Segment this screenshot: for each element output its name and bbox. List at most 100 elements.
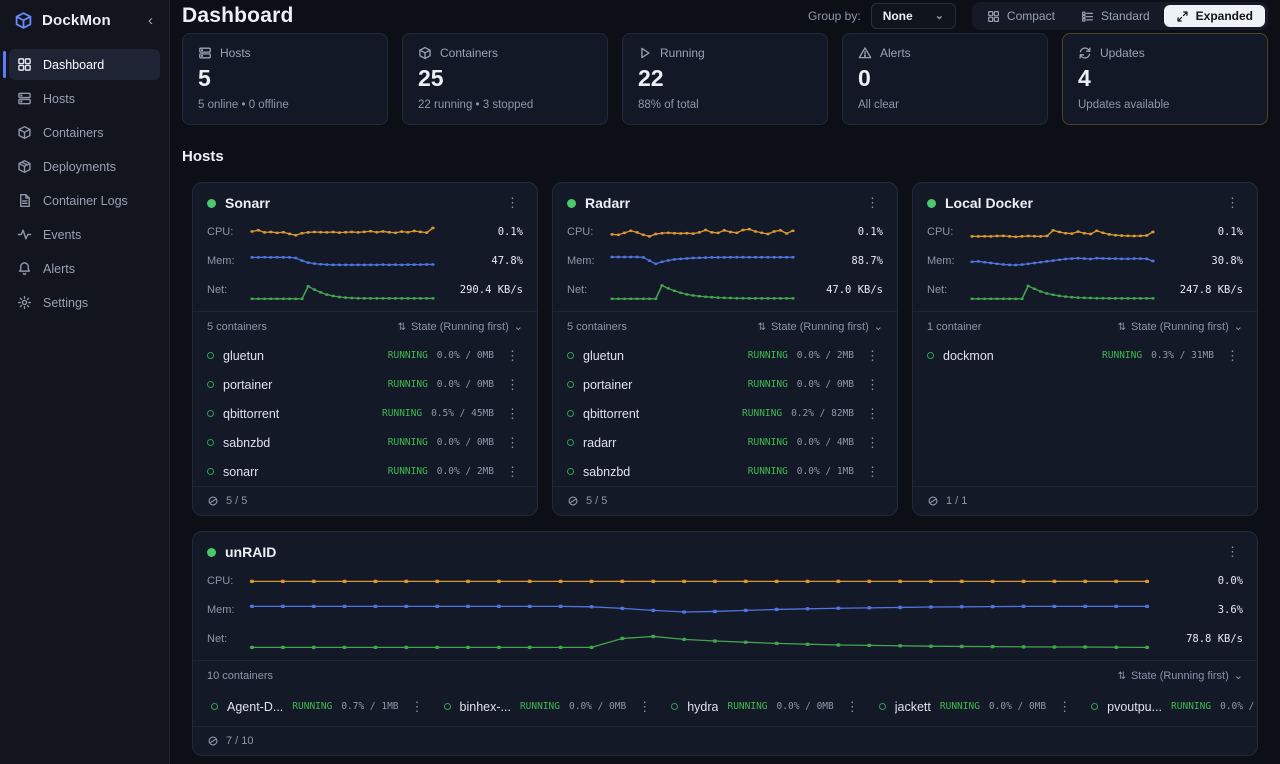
host-menu-button[interactable]: ⋮	[1223, 544, 1243, 560]
sidebar-item-label: Dashboard	[43, 58, 104, 72]
sidebar-nav: Dashboard Hosts Containers Deployments C…	[0, 49, 169, 318]
sidebar-item-label: Alerts	[43, 262, 75, 276]
container-menu-button[interactable]: ⋮	[1223, 348, 1243, 364]
stat-subtext: 22 running • 3 stopped	[418, 99, 592, 111]
host-menu-button[interactable]: ⋮	[1223, 195, 1243, 211]
sidebar-collapse-button[interactable]: ‹	[142, 12, 159, 29]
container-row-binhex[interactable]: binhex-... RUNNING 0.0% / 0MB ⋮	[436, 692, 664, 721]
group-by-select[interactable]: None ⌄	[871, 3, 956, 29]
sidebar-item-alerts[interactable]: Alerts	[9, 253, 160, 284]
sidebar-item-containers[interactable]: Containers	[9, 117, 160, 148]
sparkline-chart	[609, 278, 796, 302]
container-menu-button[interactable]: ⋮	[503, 406, 523, 422]
container-menu-button[interactable]: ⋮	[635, 699, 655, 715]
sidebar-item-container-logs[interactable]: Container Logs	[9, 185, 160, 216]
container-state-badge: RUNNING	[727, 701, 767, 712]
container-row-gluetun[interactable]: gluetun RUNNING 0.0% / 2MB ⋮	[553, 341, 897, 370]
sidebar-item-hosts[interactable]: Hosts	[9, 83, 160, 114]
container-menu-button[interactable]: ⋮	[1055, 699, 1075, 715]
app-root: DockMon ‹ Dashboard Hosts Containers Dep…	[0, 0, 1280, 764]
container-row-pvoutpu[interactable]: pvoutpu... RUNNING 0.0% / 1MB ⋮	[1083, 692, 1258, 721]
host-online-dot	[207, 199, 216, 208]
stat-subtext: Updates available	[1078, 99, 1252, 111]
play-icon	[638, 46, 652, 60]
container-menu-button[interactable]: ⋮	[863, 435, 883, 451]
view-mode-standard-button[interactable]: Standard	[1069, 5, 1162, 27]
container-state-badge: RUNNING	[748, 379, 788, 390]
metric-row-net: Net: 247.8 KB/s	[913, 275, 1257, 304]
host-online-dot	[207, 548, 216, 557]
container-name: hydra	[687, 700, 718, 714]
metric-row-cpu: CPU: 0.0%	[193, 566, 1257, 595]
container-row-sabnzbd[interactable]: sabnzbd RUNNING 0.0% / 0MB ⋮	[193, 428, 537, 457]
stat-card-running: Running 22 88% of total	[622, 33, 828, 125]
container-menu-button[interactable]: ⋮	[503, 435, 523, 451]
chevron-down-icon: ⌄	[1234, 671, 1243, 682]
container-name: Agent-D...	[227, 700, 283, 714]
stat-subtext: 88% of total	[638, 99, 812, 111]
view-mode-label: Compact	[1007, 9, 1055, 23]
view-mode-expanded-button[interactable]: Expanded	[1164, 5, 1265, 27]
host-footer: 5 / 5	[553, 486, 897, 515]
container-row-qbittorrent[interactable]: qbittorrent RUNNING 0.5% / 45MB ⋮	[193, 399, 537, 428]
container-menu-button[interactable]: ⋮	[503, 464, 523, 480]
container-menu-button[interactable]: ⋮	[863, 464, 883, 480]
container-row-sonarr[interactable]: sonarr RUNNING 0.0% / 2MB ⋮	[193, 457, 537, 486]
container-row-qbittorrent[interactable]: qbittorrent RUNNING 0.2% / 82MB ⋮	[553, 399, 897, 428]
container-sort-control[interactable]: ⇅ State (Running first) ⌄	[758, 321, 883, 333]
metric-row-cpu: CPU: 0.1%	[193, 217, 537, 246]
host-header: unRAID ⋮	[193, 532, 1257, 566]
container-name: sabnzbd	[223, 436, 379, 450]
container-row-portainer[interactable]: portainer RUNNING 0.0% / 0MB ⋮	[193, 370, 537, 399]
host-header: Radarr ⋮	[553, 183, 897, 217]
container-row-gluetun[interactable]: gluetun RUNNING 0.0% / 0MB ⋮	[193, 341, 537, 370]
stat-card-hosts: Hosts 5 5 online • 0 offline	[182, 33, 388, 125]
host-menu-button[interactable]: ⋮	[503, 195, 523, 211]
metric-label: Net:	[927, 284, 960, 296]
container-menu-button[interactable]: ⋮	[863, 348, 883, 364]
container-menu-button[interactable]: ⋮	[503, 348, 523, 364]
container-menu-button[interactable]: ⋮	[843, 699, 863, 715]
container-sort-control[interactable]: ⇅ State (Running first) ⌄	[398, 321, 523, 333]
stat-value: 4	[1078, 67, 1252, 90]
container-menu-button[interactable]: ⋮	[863, 406, 883, 422]
container-name: portainer	[583, 378, 739, 392]
container-row-hydra[interactable]: hydra RUNNING 0.0% / 0MB ⋮	[663, 692, 871, 721]
stat-value: 5	[198, 67, 372, 90]
container-row-radarr[interactable]: radarr RUNNING 0.0% / 4MB ⋮	[553, 428, 897, 457]
container-list-header: 1 container ⇅ State (Running first) ⌄	[913, 311, 1257, 341]
container-list-header: 5 containers ⇅ State (Running first) ⌄	[193, 311, 537, 341]
metric-value: 30.8%	[1165, 255, 1243, 267]
container-sort-control[interactable]: ⇅ State (Running first) ⌄	[1118, 670, 1243, 682]
metric-label: Mem:	[927, 255, 960, 267]
sparkline-chart	[609, 220, 796, 244]
grid-icon	[987, 10, 1000, 23]
stat-subtext: All clear	[858, 99, 1032, 111]
sparkline-chart	[969, 278, 1156, 302]
stat-value: 22	[638, 67, 812, 90]
container-row-agent-d[interactable]: Agent-D... RUNNING 0.7% / 1MB ⋮	[203, 692, 436, 721]
sidebar-item-settings[interactable]: Settings	[9, 287, 160, 318]
container-menu-button[interactable]: ⋮	[408, 699, 428, 715]
metric-value: 0.0%	[1159, 575, 1243, 587]
container-row-dockmon[interactable]: dockmon RUNNING 0.3% / 31MB ⋮	[913, 341, 1257, 370]
container-list: dockmon RUNNING 0.3% / 31MB ⋮	[913, 341, 1257, 370]
host-menu-button[interactable]: ⋮	[863, 195, 883, 211]
sidebar-item-events[interactable]: Events	[9, 219, 160, 250]
container-sort-control[interactable]: ⇅ State (Running first) ⌄	[1118, 321, 1243, 333]
container-row-sabnzbd[interactable]: sabnzbd RUNNING 0.0% / 1MB ⋮	[553, 457, 897, 486]
container-menu-button[interactable]: ⋮	[503, 377, 523, 393]
container-menu-button[interactable]: ⋮	[863, 377, 883, 393]
hosts-icon	[198, 46, 212, 60]
container-status-icon	[207, 410, 214, 417]
metric-value: 47.8%	[445, 255, 523, 267]
view-mode-compact-button[interactable]: Compact	[975, 5, 1067, 27]
metric-label: Net:	[567, 284, 600, 296]
sidebar-item-deployments[interactable]: Deployments	[9, 151, 160, 182]
container-stats: 0.0% / 2MB	[797, 350, 854, 361]
container-state-badge: RUNNING	[748, 466, 788, 477]
container-row-portainer[interactable]: portainer RUNNING 0.0% / 0MB ⋮	[553, 370, 897, 399]
container-row-jackett[interactable]: jackett RUNNING 0.0% / 0MB ⋮	[871, 692, 1083, 721]
expand-icon	[1176, 10, 1189, 23]
sidebar-item-dashboard[interactable]: Dashboard	[9, 49, 160, 80]
